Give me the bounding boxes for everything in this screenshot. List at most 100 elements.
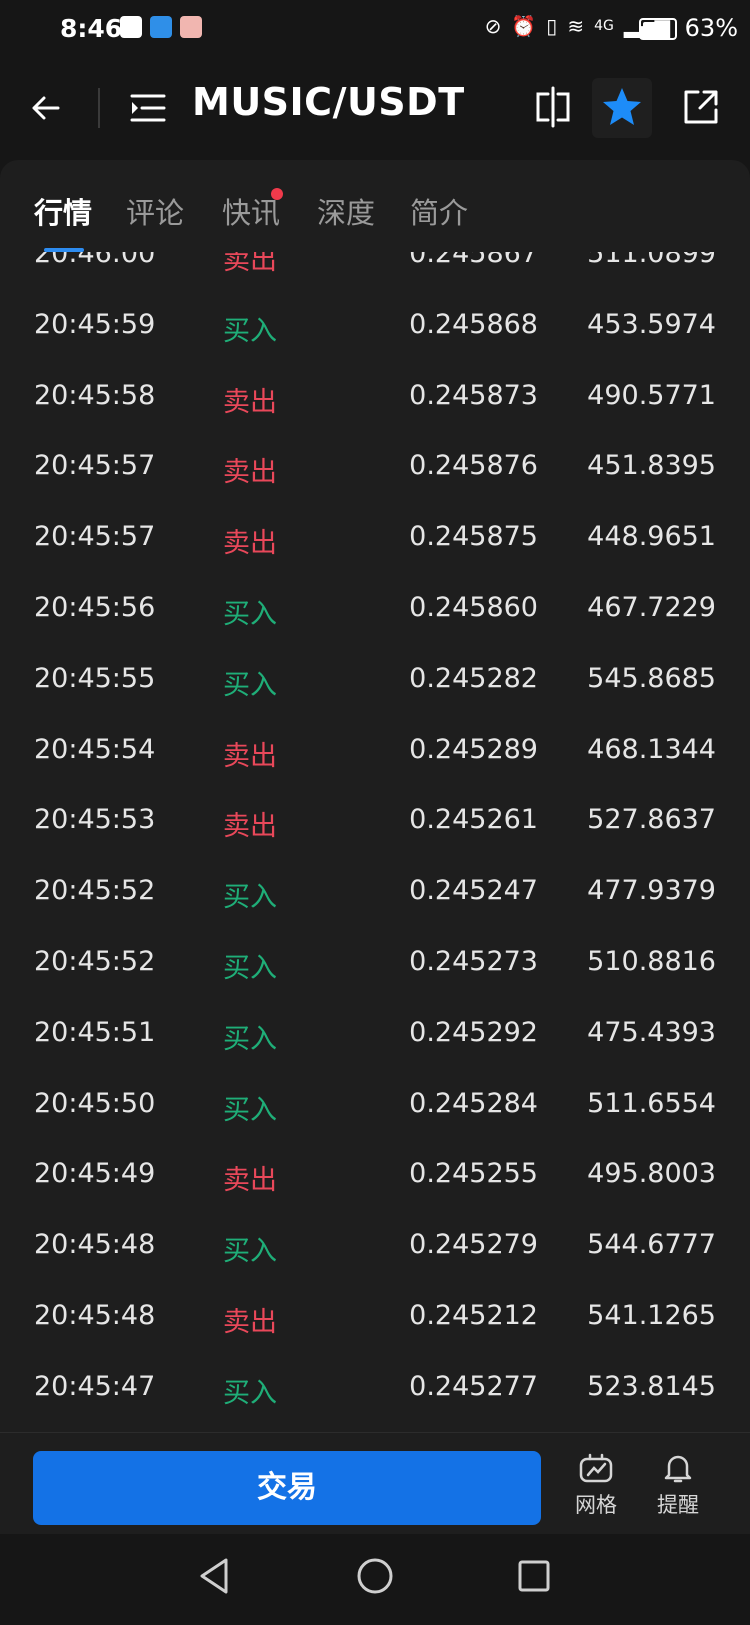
share-icon[interactable]: [676, 82, 726, 132]
trade-row: 20:45:53 卖出 0.245261 527.8637: [0, 782, 750, 853]
tab-intro[interactable]: 简介: [410, 190, 468, 232]
trade-quantity: 468.1344: [587, 733, 716, 765]
trade-row: 20:45:51 买入 0.245292 475.4393: [0, 995, 750, 1066]
trade-price: 0.245261: [409, 804, 538, 836]
trading-pair-title[interactable]: MUSIC/USDT: [192, 80, 465, 124]
alert-button[interactable]: 提醒: [643, 1451, 713, 1519]
trade-quantity: 467.7229: [587, 591, 716, 623]
trade-price: 0.245212: [409, 1299, 538, 1331]
trade-quantity: 453.5974: [587, 308, 716, 340]
battery: 63%: [639, 14, 738, 42]
trade-row: 20:45:56 买入 0.245860 467.7229: [0, 570, 750, 641]
trade-quantity: 545.8685: [587, 662, 716, 694]
trade-row: 20:45:50 买入 0.245284 511.6554: [0, 1066, 750, 1137]
trade-price: 0.245873: [409, 379, 538, 411]
trade-side: 卖出: [223, 528, 277, 560]
alert-label: 提醒: [657, 1493, 699, 1517]
trade-button[interactable]: 交易: [33, 1451, 541, 1525]
trade-time: 20:45:54: [34, 733, 156, 765]
tab-bar: 行情 评论 快讯 深度 简介: [0, 160, 750, 253]
battery-icon: [639, 18, 678, 40]
status-bar: 8:46 ⊘ ⏰ ▯ ≋ 4G ▂▄▆ 63%: [0, 0, 750, 58]
trade-time: 20:45:55: [34, 662, 156, 694]
trade-quantity: 490.5771: [587, 379, 716, 411]
trade-price: 0.245868: [409, 308, 538, 340]
trade-side: 买入: [223, 598, 277, 630]
trade-row: 20:45:58 卖出 0.245873 490.5771: [0, 358, 750, 429]
system-nav-bar: [0, 1534, 750, 1625]
trade-price: 0.245860: [409, 591, 538, 623]
trade-side: 卖出: [223, 457, 277, 489]
trade-row: 20:45:57 卖出 0.245876 451.8395: [0, 428, 750, 499]
trade-price: 0.245875: [409, 521, 538, 553]
trade-side: 买入: [223, 1094, 277, 1126]
pair-list-icon[interactable]: [128, 88, 168, 128]
news-unread-dot: [271, 188, 283, 200]
star-icon[interactable]: [597, 82, 647, 132]
trade-quantity: 495.8003: [587, 1158, 716, 1190]
nav-back-icon[interactable]: [196, 1556, 232, 1596]
trade-price: 0.245867: [409, 252, 538, 269]
trade-side: 卖出: [223, 740, 277, 772]
trade-side: 买入: [223, 1236, 277, 1268]
trade-quantity: 475.4393: [587, 1016, 716, 1048]
trade-row: 20:45:59 买入 0.245868 453.5974: [0, 287, 750, 358]
trade-quantity: 544.6777: [587, 1229, 716, 1261]
trade-row: 20:46:00 卖出 0.245867 511.0899: [0, 252, 750, 287]
trade-quantity: 541.1265: [587, 1299, 716, 1331]
trade-side: 买入: [223, 952, 277, 984]
tab-depth[interactable]: 深度: [317, 190, 375, 232]
back-arrow-icon[interactable]: [28, 86, 72, 130]
trade-time: 20:45:56: [34, 591, 156, 623]
trade-price: 0.245279: [409, 1229, 538, 1261]
trade-time: 20:45:57: [34, 450, 156, 482]
bottom-action-bar: 交易 网格 提醒: [0, 1432, 750, 1535]
bell-icon: [664, 1455, 692, 1483]
trade-time: 20:45:51: [34, 1016, 156, 1048]
trade-time: 20:45:57: [34, 521, 156, 553]
gift-app-icon: [180, 16, 202, 38]
header: MUSIC/USDT: [0, 58, 750, 158]
trade-row: 20:45:52 买入 0.245247 477.9379: [0, 853, 750, 924]
trade-side: 卖出: [223, 386, 277, 418]
trade-time: 20:45:48: [34, 1299, 156, 1331]
trade-side: 买入: [223, 1377, 277, 1409]
speed-icon: ⊘: [484, 14, 502, 38]
trade-row: 20:45:52 买入 0.245273 510.8816: [0, 924, 750, 995]
trade-time: 20:45:52: [34, 945, 156, 977]
network-label: 4G: [594, 18, 614, 34]
trade-side: 买入: [223, 882, 277, 914]
trade-price: 0.245292: [409, 1016, 538, 1048]
trade-price: 0.245273: [409, 945, 538, 977]
trade-list: 20:46:00 卖出 0.245867 511.0899 20:45:59 买入 0.24…: [0, 252, 750, 1420]
trade-side: 卖出: [223, 1306, 277, 1338]
trade-row: 20:45:48 买入 0.245279 544.6777: [0, 1207, 750, 1278]
trade-row: 20:45:47 买入 0.245277 523.8145: [0, 1349, 750, 1420]
trade-time: 20:45:59: [34, 308, 156, 340]
trade-side: 卖出: [223, 811, 277, 843]
trade-quantity: 511.6554: [587, 1087, 716, 1119]
compare-icon[interactable]: [528, 82, 578, 132]
nav-home-icon[interactable]: [355, 1556, 395, 1596]
grid-button[interactable]: 网格: [561, 1451, 631, 1519]
trade-side: 买入: [223, 669, 277, 701]
trade-time: 20:45:48: [34, 1229, 156, 1261]
header-divider: [98, 88, 100, 128]
trade-history[interactable]: 20:46:00 卖出 0.245867 511.0899 20:45:59 买入 0.24…: [0, 252, 750, 1432]
trade-time: 20:45:53: [34, 804, 156, 836]
notification-icons: [120, 16, 202, 38]
battery-level: 63%: [684, 14, 738, 42]
trade-time: 20:45:58: [34, 379, 156, 411]
trade-time: 20:46:00: [34, 252, 156, 269]
trade-quantity: 511.0899: [587, 252, 716, 269]
trade-side: 买入: [223, 1023, 277, 1055]
grid-bot-icon: [579, 1453, 613, 1483]
trade-row: 20:45:49 卖出 0.245255 495.8003: [0, 1136, 750, 1207]
trade-quantity: 510.8816: [587, 945, 716, 977]
nav-recents-icon[interactable]: [516, 1556, 552, 1596]
trade-side: 卖出: [223, 252, 277, 276]
tab-comments[interactable]: 评论: [126, 190, 184, 232]
trade-price: 0.245876: [409, 450, 538, 482]
vibrate-icon: ▯: [546, 14, 558, 38]
tab-market[interactable]: 行情: [34, 190, 92, 232]
